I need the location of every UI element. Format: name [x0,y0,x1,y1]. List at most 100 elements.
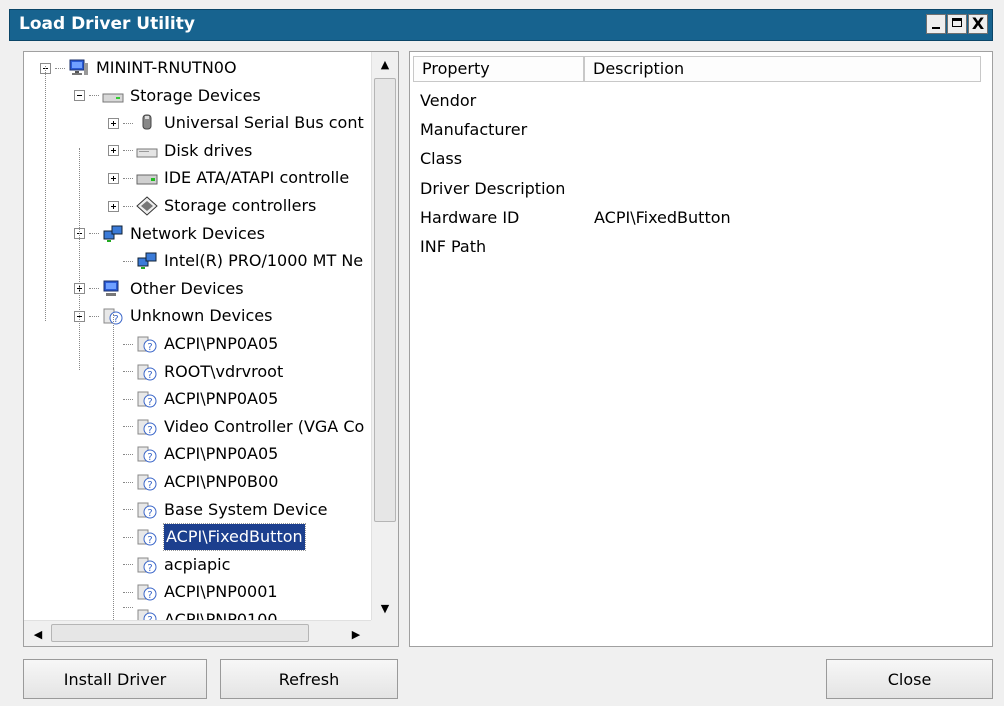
tree-item[interactable]: Universal Serial Bus cont [108,110,364,136]
storage-controller-icon [136,196,158,216]
tree-connector [123,343,133,345]
refresh-button[interactable]: Refresh [220,659,398,699]
property-row[interactable]: Vendor [420,86,980,115]
tree-connector [89,95,99,97]
storage-icon [102,86,124,106]
unknown-device-icon: ? [136,444,158,464]
caption-buttons: X [925,14,988,34]
tree-item[interactable]: ? ACPI\PNP0A05 [108,441,278,467]
property-row[interactable]: Manufacturer [420,115,980,144]
collapse-icon[interactable] [74,90,85,102]
tree-item-label: acpiapic [164,554,231,574]
tree-item-label: ACPI\PNP0001 [164,582,278,602]
tree-connector [55,67,65,69]
tree-item-label: Unknown Devices [130,306,273,326]
horizontal-scroll-thumb[interactable] [51,624,309,642]
tree-item[interactable]: Network Devices [74,221,265,247]
tree-item-label: Base System Device [164,499,328,519]
svg-text:?: ? [147,370,152,381]
maximize-button[interactable] [947,14,967,34]
unknown-device-icon: ? [136,334,158,354]
close-window-button[interactable]: X [968,14,988,34]
tree-item-label: Universal Serial Bus cont [164,113,364,133]
scroll-up-icon[interactable]: ▲ [375,54,395,74]
device-tree[interactable]: MININT-RNUTN0O Storage Devices Universal S… [23,51,399,647]
unknown-device-icon: ? [136,555,158,575]
tree-horizontal-scrollbar[interactable]: ◀ ▶ [24,620,372,646]
property-row[interactable]: Class [420,144,980,173]
tree-connector [123,607,133,608]
scroll-left-icon[interactable]: ◀ [28,624,48,644]
tree-vertical-scrollbar[interactable]: ▲ ▼ [371,52,398,622]
tree-guide-line [45,66,46,321]
unknown-device-icon: ? [136,527,158,547]
tree-item[interactable]: ? ACPI\PNP0100 [108,607,278,621]
close-button[interactable]: Close [826,659,993,699]
tree-item[interactable]: ? Base System Device [108,497,328,523]
svg-text:?: ? [147,480,152,491]
property-value: ACPI\FixedButton [594,207,731,227]
tree-item[interactable]: ? ACPI\PNP0A05 [108,331,278,357]
property-list[interactable]: Property Description Vendor Manufacturer C… [409,51,993,647]
tree-item[interactable]: ? ACPI\PNP0B00 [108,469,278,495]
title-bar[interactable]: Load Driver Utility X [9,9,993,41]
tree-item[interactable]: ? Unknown Devices [74,303,272,329]
property-list-header: Property Description [413,56,981,82]
tree-item[interactable]: Other Devices [74,276,244,302]
tree-item-label: Intel(R) PRO/1000 MT Ne [164,251,364,271]
tree-item-label: IDE ATA/ATAPI controlle [164,168,350,188]
expand-icon[interactable] [108,172,119,184]
tree-item[interactable]: ? acpiapic [108,552,230,578]
column-header-description[interactable]: Description [584,56,981,82]
tree-item-label-selected: ACPI\FixedButton [163,523,306,552]
tree-item-label: ACPI\PNP0A05 [164,334,279,353]
expand-icon[interactable] [108,145,119,157]
svg-text:?: ? [147,563,152,574]
property-name: INF Path [420,237,487,256]
tree-item-label: ACPI\PNP0100 [164,610,278,621]
property-row[interactable]: Hardware ID ACPI\FixedButton [420,203,980,232]
tree-connector [123,398,133,400]
svg-text:?: ? [147,452,152,463]
scroll-down-icon[interactable]: ▼ [375,598,395,618]
tree-connector [123,509,133,511]
tree-item-label: Storage Devices [130,85,261,105]
tree-connector [123,122,133,124]
ide-controller-icon [136,168,158,188]
svg-text:?: ? [113,314,118,325]
tree-item[interactable]: Intel(R) PRO/1000 MT Ne [108,248,363,274]
tree-item[interactable]: Storage Devices [74,83,261,109]
tree-item[interactable]: Disk drives [108,138,252,164]
svg-text:?: ? [147,342,152,353]
tree-item[interactable]: MININT-RNUTN0O [40,55,237,81]
tree-connector [123,371,133,373]
unknown-device-icon: ? [136,582,158,602]
property-row[interactable]: INF Path [420,232,980,261]
tree-connector [123,536,133,538]
tree-item[interactable]: ? ACPI\FixedButton [108,523,306,552]
unknown-device-icon: ? [136,389,158,409]
vertical-scroll-thumb[interactable] [374,78,396,522]
tree-item-label: Disk drives [164,140,253,160]
tree-item-label: Network Devices [130,223,265,243]
tree-item[interactable]: ? ACPI\PNP0001 [108,579,278,605]
tree-connector [123,564,133,566]
tree-item[interactable]: Storage controllers [108,193,316,219]
unknown-device-icon: ? [136,362,158,382]
tree-item[interactable]: ? Video Controller (VGA Co [108,414,364,440]
expand-icon[interactable] [108,200,119,212]
install-driver-button[interactable]: Install Driver [23,659,207,699]
scroll-right-icon[interactable]: ▶ [346,624,366,644]
tree-connector [89,288,99,290]
column-header-property[interactable]: Property [413,56,584,82]
tree-item[interactable]: ? ACPI\PNP0A05 [108,386,278,412]
tree-item[interactable]: ? ROOT\vdrvroot [108,359,283,385]
tree-connector [89,315,99,317]
property-row[interactable]: Driver Description [420,174,980,203]
tree-guide-line [113,368,114,646]
expand-icon[interactable] [108,117,119,129]
minimize-button[interactable] [926,14,946,34]
tree-item[interactable]: IDE ATA/ATAPI controlle [108,165,349,191]
network-adapter-icon [136,251,158,271]
tree-guide-line [79,148,80,370]
